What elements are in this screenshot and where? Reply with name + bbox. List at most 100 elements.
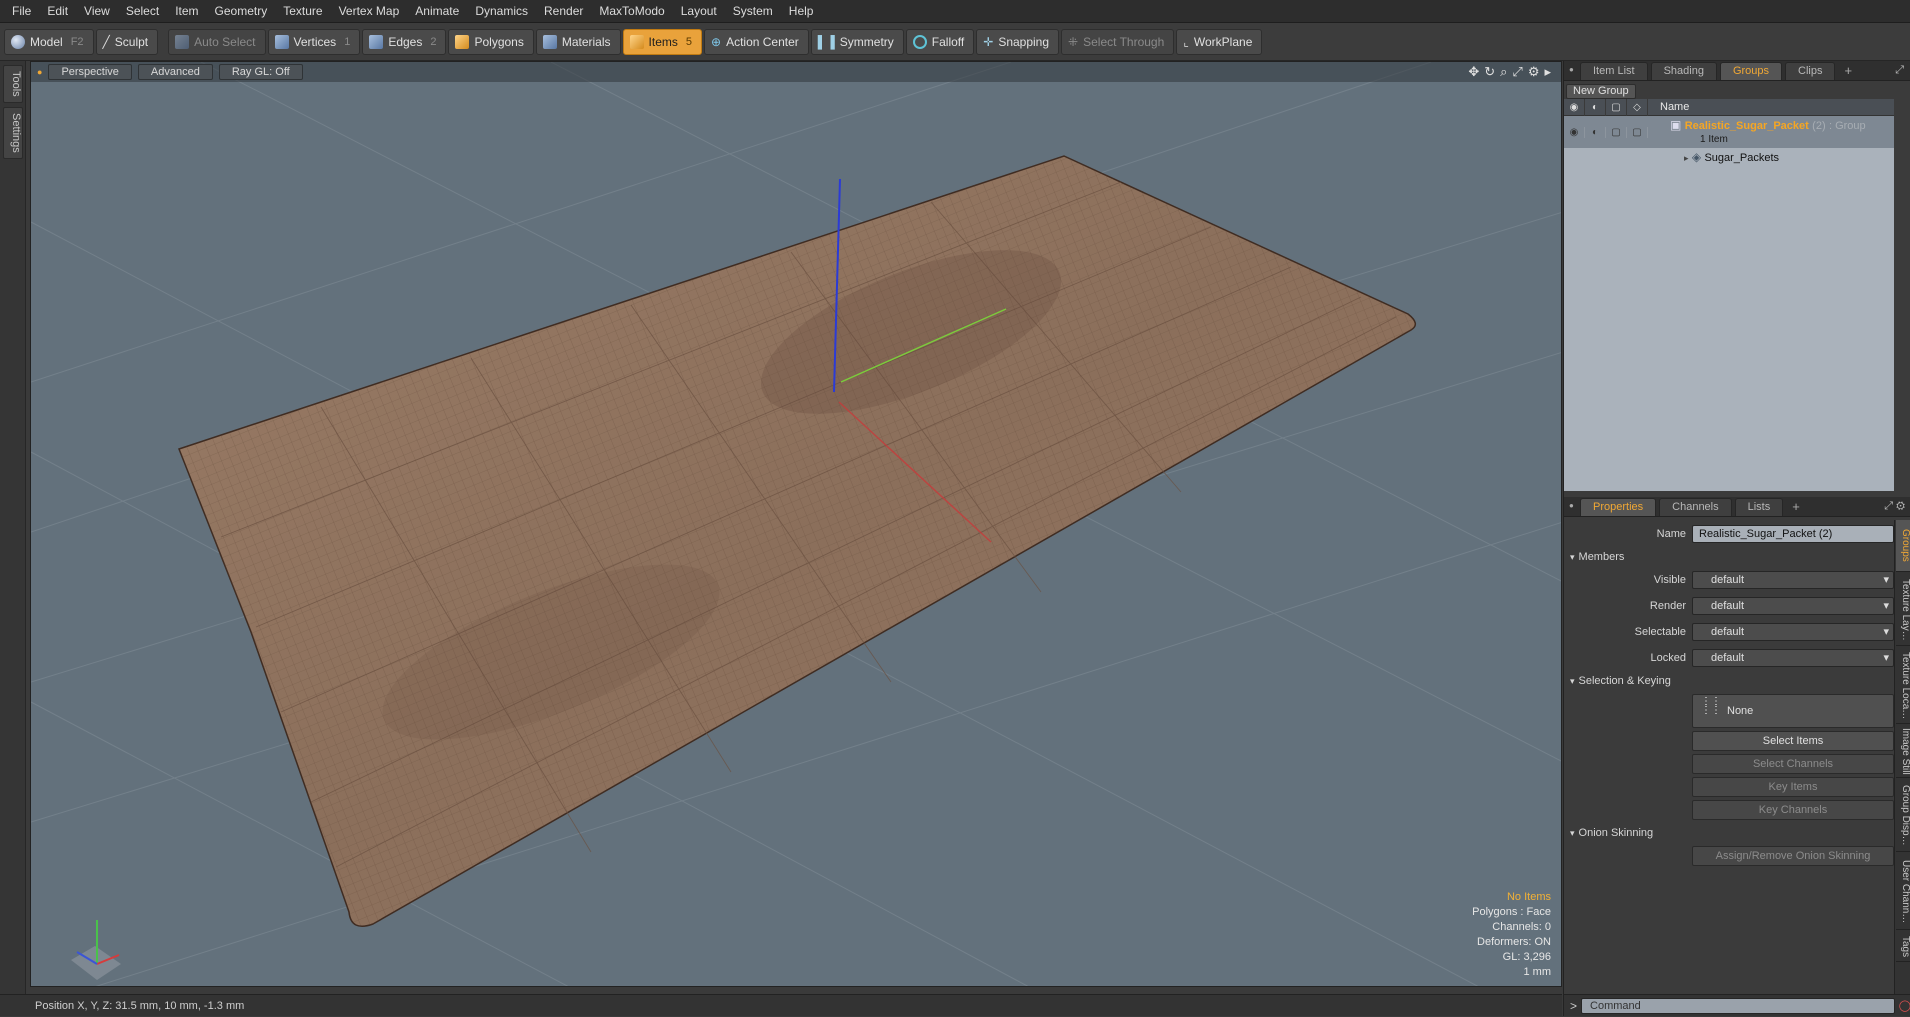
tools-tab[interactable]: Tools [3,65,23,103]
select-through-icon: ⁜ [1068,34,1079,49]
visible-dropdown[interactable]: default [1692,571,1894,589]
tab-groups[interactable]: Groups [1719,62,1783,80]
group-icon: ▣ [1670,117,1682,132]
gear-icon[interactable]: ⤢ ⚙ [1884,500,1905,513]
menu-edit[interactable]: Edit [39,0,76,23]
eye-icon[interactable]: ◉ [1564,126,1585,138]
tab-channels[interactable]: Channels [1659,498,1732,516]
falloff-label: Falloff [931,34,965,49]
render-toggle-icon[interactable]: ◐ [1585,126,1606,138]
tab-clips[interactable]: Clips [1785,62,1836,80]
settings-tab[interactable]: Settings [3,107,23,159]
gl-info: GL: 3,296 [1502,951,1551,963]
key-items-button[interactable]: Key Items [1692,777,1894,797]
onion-skinning-section-header[interactable]: ▾ Onion Skinning [1564,823,1894,843]
menu-geometry[interactable]: Geometry [207,0,276,23]
select-through-button[interactable]: ⁜ Select Through [1061,28,1175,55]
render-column-icon[interactable]: ◐ [1585,98,1606,116]
tab-item-list[interactable]: Item List [1580,62,1648,80]
record-icon[interactable]: ◯ [1899,999,1910,1012]
add-tab-button[interactable]: + [1838,62,1858,80]
menu-dynamics[interactable]: Dynamics [467,0,536,23]
snapping-button[interactable]: ✛ Snapping [976,28,1060,55]
maximize-view-icon[interactable]: ⤢ [1512,64,1522,80]
menu-file[interactable]: File [4,0,39,23]
name-field[interactable]: Realistic_Sugar_Packet (2) [1692,525,1894,543]
onion-skinning-button[interactable]: Assign/Remove Onion Skinning [1692,846,1894,866]
menu-animate[interactable]: Animate [407,0,467,23]
perspective-dropdown[interactable]: Perspective [48,64,132,80]
new-group-button[interactable]: New Group [1566,84,1636,99]
tab-properties[interactable]: Properties [1580,498,1657,516]
zoom-view-icon[interactable]: ⌕ [1500,64,1507,80]
raygl-toggle[interactable]: Ray GL: Off [218,64,303,80]
falloff-button[interactable]: Falloff [905,28,975,55]
lock-toggle-icon[interactable]: ▢ [1606,126,1627,138]
menu-select[interactable]: Select [118,0,167,23]
menu-help[interactable]: Help [781,0,822,23]
props-menu-dot[interactable]: ● [1569,501,1574,510]
tab-lists[interactable]: Lists [1734,498,1784,516]
sculpt-button[interactable]: ╱ Sculpt [95,28,159,55]
visibility-column-icon[interactable]: ◉ [1564,98,1585,116]
command-prompt: > [1570,998,1578,1013]
vtab-group-display[interactable]: Group Disp… [1896,780,1910,852]
locked-label: Locked [1650,652,1686,664]
name-column-header[interactable]: Name [1648,101,1689,113]
add-props-tab-button[interactable]: + [1786,498,1806,516]
menu-texture[interactable]: Texture [275,0,330,23]
menu-layout[interactable]: Layout [673,0,725,23]
render-dropdown[interactable]: default [1692,597,1894,615]
locked-dropdown[interactable]: default [1692,649,1894,667]
select-channels-button[interactable]: Select Channels [1692,754,1894,774]
action-center-button[interactable]: ⊕ Action Center [704,28,809,55]
expand-arrow-icon[interactable]: ▸ [1684,153,1689,163]
none-button[interactable]: ⋮⋮ ⋮⋮ None [1692,694,1894,728]
command-input[interactable]: Command [1581,997,1895,1014]
menu-item[interactable]: Item [167,0,206,23]
polygons-icon [455,34,470,49]
menu-render[interactable]: Render [536,0,591,23]
vertices-button[interactable]: Vertices 1 [267,28,361,55]
viewport-scene[interactable] [31,62,1562,987]
symmetry-button[interactable]: ▌▐ Symmetry [810,28,904,55]
rotate-view-icon[interactable]: ↻ [1484,64,1495,80]
menu-maxtomodo[interactable]: MaxToModo [591,0,672,23]
group-child-row[interactable]: ▸ ◈ Sugar_Packets [1564,148,1894,165]
workplane-button[interactable]: ⌞ WorkPlane [1176,28,1263,55]
3d-viewport[interactable]: ● Perspective Advanced Ray GL: Off ✥ ↻ ⌕… [30,61,1562,987]
group-row[interactable]: ◉ ◐ ▢ ▢ ▣ Realistic_Sugar_Packet (2) : G… [1564,116,1894,148]
select-toggle-icon[interactable]: ▢ [1627,126,1648,138]
model-button[interactable]: Model F2 [4,28,94,55]
viewport-menu-dot[interactable]: ● [37,67,42,77]
vtab-image-still[interactable]: Image Still [1896,726,1910,778]
selectable-dropdown[interactable]: default [1692,623,1894,641]
play-arrow-icon[interactable]: ▸ [1544,64,1551,80]
edges-button[interactable]: Edges 2 [362,28,447,55]
menu-system[interactable]: System [725,0,781,23]
select-column-icon[interactable]: ◇ [1627,98,1648,116]
vtab-groups[interactable]: Groups [1896,520,1910,572]
vtab-tags[interactable]: Tags [1896,932,1910,962]
selection-keying-section-header[interactable]: ▾ Selection & Keying [1564,671,1894,691]
menu-view[interactable]: View [76,0,118,23]
select-items-button[interactable]: Select Items [1692,731,1894,751]
lock-column-icon[interactable]: ▢ [1606,98,1627,116]
gear-icon[interactable]: ⚙ [1528,64,1540,80]
vtab-texture-layers[interactable]: Texture Lay… [1896,574,1910,646]
items-button[interactable]: Items 5 [622,28,702,55]
tab-shading[interactable]: Shading [1650,62,1717,80]
auto-select-button[interactable]: Auto Select [168,28,266,55]
menu-vertex-map[interactable]: Vertex Map [331,0,408,23]
shading-dropdown[interactable]: Advanced [137,64,213,80]
key-channels-button[interactable]: Key Channels [1692,800,1894,820]
vtab-user-channels[interactable]: User Chann… [1896,854,1910,930]
materials-button[interactable]: Materials [535,28,621,55]
render-row: Render default [1564,593,1894,619]
polygons-button[interactable]: Polygons [448,28,534,55]
vtab-texture-locators[interactable]: Texture Loca… [1896,648,1910,724]
members-section-header[interactable]: ▾ Members [1564,547,1894,567]
move-view-icon[interactable]: ✥ [1468,64,1479,80]
expand-panel-icon[interactable]: ⤢ [1895,64,1904,77]
panel-menu-dot[interactable]: ● [1569,65,1574,74]
